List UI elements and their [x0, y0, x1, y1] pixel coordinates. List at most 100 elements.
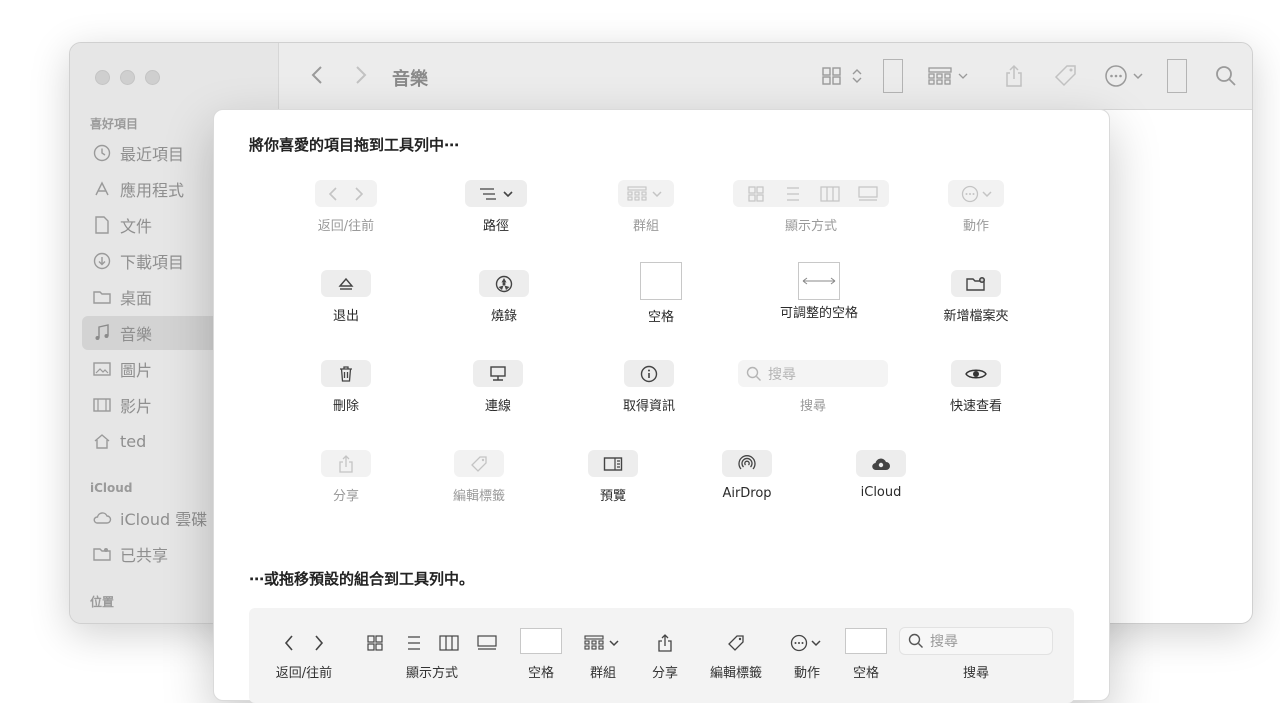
download-icon [92, 251, 112, 271]
toolbar-item-preview[interactable]: 預覽 [543, 450, 683, 504]
group-icon[interactable] [927, 65, 973, 87]
toolbar-item-flexible-space[interactable]: 可調整的空格 [749, 262, 889, 321]
item-label: 燒錄 [490, 309, 517, 324]
sidebar-header-locations: 位置 [90, 595, 115, 609]
toolbar-item-back-forward[interactable]: 返回/往前 [276, 180, 416, 234]
search-icon [746, 366, 762, 382]
view-mode-icon [359, 630, 505, 656]
clock-icon [92, 143, 112, 163]
burn-icon [479, 270, 529, 297]
customize-toolbar-sheet: 將你喜愛的項目拖到工具列中⋯ 返回/往前 路徑 群組 顯示方式 動作 退出 燒錄… [213, 109, 1110, 703]
icloud-icon [856, 450, 906, 477]
item-label: 空格 [647, 310, 674, 325]
toolbar-item-new-folder[interactable]: 新增檔案夾 [906, 270, 1046, 324]
default-back-forward: 返回/往前 [271, 630, 337, 681]
toolbar-item-connect[interactable]: 連線 [428, 360, 568, 414]
action-icon[interactable] [1103, 63, 1151, 89]
view-grid-icon[interactable] [819, 65, 869, 87]
item-label: iCloud [860, 485, 902, 500]
apps-icon [92, 179, 112, 199]
default-action: 動作 [783, 630, 831, 681]
default-space: 空格 [519, 628, 563, 681]
customize-heading: 將你喜愛的項目拖到工具列中⋯ [249, 136, 460, 154]
default-group: 群組 [579, 630, 627, 681]
toolbar-item-search[interactable]: 搜尋 搜尋 [738, 360, 888, 414]
default-share: 分享 [645, 630, 685, 681]
default-toolbar-set[interactable]: 返回/往前 顯示方式 空格 群組 分享 編輯標籤 動作 空格 搜尋 搜尋 [249, 608, 1074, 703]
space-icon [844, 628, 888, 654]
tag-icon [701, 630, 771, 656]
view-mode-icon [733, 180, 889, 207]
space-icon-2 [1167, 59, 1187, 93]
new-folder-icon [951, 270, 1001, 297]
toolbar-item-quick-look[interactable]: 快速查看 [906, 360, 1046, 414]
sidebar-item-label: 文件 [120, 217, 153, 236]
sidebar-item-label: 影片 [120, 397, 153, 416]
share-icon [645, 630, 685, 656]
default-item-label: 分享 [651, 666, 678, 681]
item-label: 動作 [962, 219, 989, 234]
close-button[interactable] [95, 70, 110, 85]
default-search: 搜尋 搜尋 [899, 627, 1053, 681]
default-item-label: 動作 [793, 666, 820, 681]
back-icon[interactable] [307, 63, 327, 87]
toolbar-item-airdrop[interactable]: AirDrop [677, 450, 817, 501]
airdrop-icon [722, 450, 772, 477]
default-item-label: 空格 [527, 666, 554, 681]
back-forward-icon [271, 630, 337, 656]
default-item-label: 顯示方式 [405, 666, 458, 681]
toolbar-item-burn[interactable]: 燒錄 [434, 270, 574, 324]
item-label: 預覽 [599, 489, 626, 504]
group-icon [579, 630, 627, 656]
shared-folder-icon [92, 544, 112, 564]
item-label: 取得資訊 [622, 399, 675, 414]
path-icon [465, 180, 527, 207]
eject-icon [321, 270, 371, 297]
tag-icon [454, 450, 504, 477]
space-icon [519, 628, 563, 654]
default-view-mode: 顯示方式 [359, 630, 505, 681]
folder-icon [92, 287, 112, 307]
tag-icon[interactable] [1051, 63, 1081, 89]
search-icon[interactable] [1213, 63, 1239, 89]
toolbar-item-group[interactable]: 群組 [576, 180, 716, 234]
default-item-label: 搜尋 [962, 666, 989, 681]
default-item-label: 編輯標籤 [709, 666, 762, 681]
sidebar-header-icloud: iCloud [90, 481, 133, 495]
share-icon[interactable] [1001, 63, 1027, 89]
item-label: AirDrop [722, 485, 772, 501]
search-placeholder: 搜尋 [930, 634, 958, 650]
forward-icon[interactable] [351, 63, 371, 87]
toolbar-item-share[interactable]: 分享 [276, 450, 416, 504]
connect-icon [473, 360, 523, 387]
minimize-button[interactable] [120, 70, 135, 85]
music-icon [92, 323, 112, 343]
action-icon [783, 630, 831, 656]
toolbar-item-path[interactable]: 路徑 [426, 180, 566, 234]
sidebar-item-label: 最近項目 [120, 145, 185, 164]
toolbar-item-get-info[interactable]: 取得資訊 [579, 360, 719, 414]
sidebar-item-label: 應用程式 [120, 181, 185, 200]
preview-icon [588, 450, 638, 477]
toolbar-item-trash[interactable]: 刪除 [276, 360, 416, 414]
share-icon [321, 450, 371, 477]
toolbar-item-icloud[interactable]: iCloud [811, 450, 951, 500]
toolbar-item-eject[interactable]: 退出 [276, 270, 416, 324]
group-icon [618, 180, 674, 207]
space-icon [883, 59, 903, 93]
search-field: 搜尋 [899, 627, 1053, 655]
window-title: 音樂 [392, 69, 428, 90]
toolbar-item-view-mode[interactable]: 顯示方式 [733, 180, 889, 234]
item-label: 群組 [632, 219, 659, 234]
toolbar-item-action[interactable]: 動作 [906, 180, 1046, 234]
toolbar-item-space[interactable]: 空格 [591, 262, 731, 325]
default-edit-tags: 編輯標籤 [701, 630, 771, 681]
default-item-label: 空格 [852, 666, 879, 681]
zoom-button[interactable] [145, 70, 160, 85]
default-space-2: 空格 [844, 628, 888, 681]
item-label: 連線 [484, 399, 511, 414]
back-forward-icon [315, 180, 377, 207]
item-label: 快速查看 [949, 399, 1002, 414]
toolbar-item-edit-tags[interactable]: 編輯標籤 [409, 450, 549, 504]
item-label: 編輯標籤 [452, 489, 505, 504]
